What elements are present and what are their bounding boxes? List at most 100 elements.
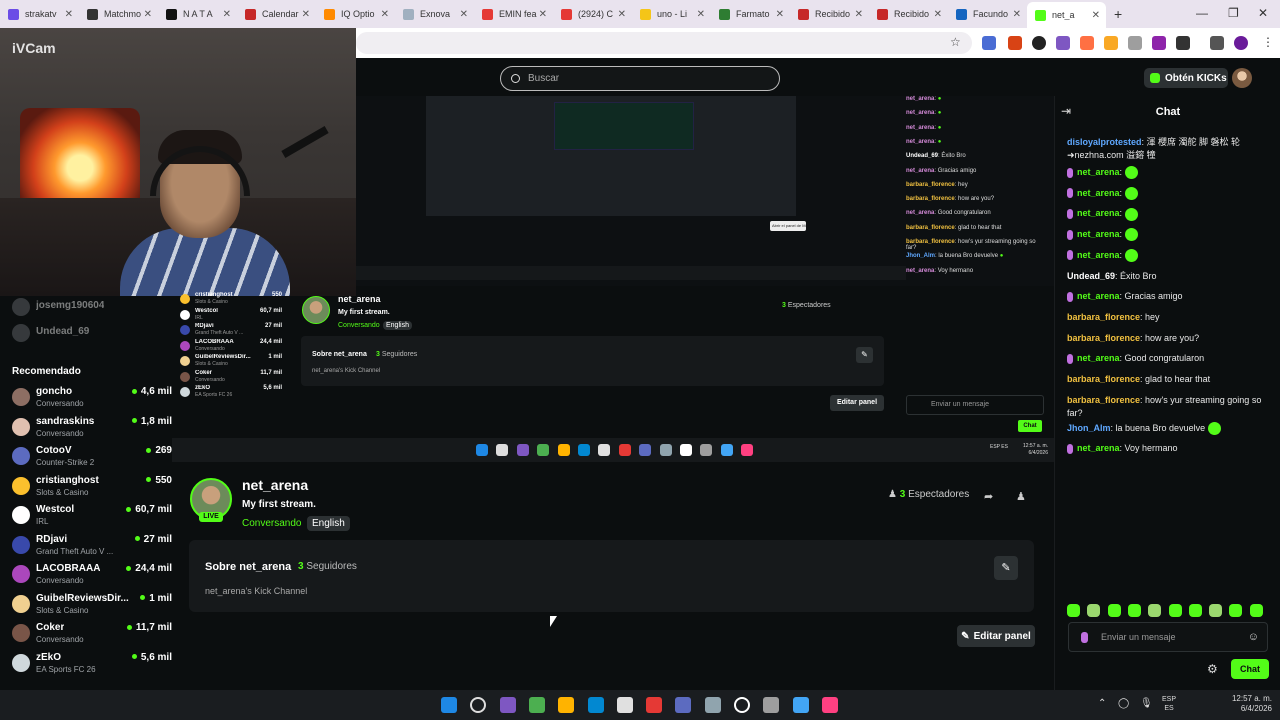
emote-icon[interactable] bbox=[1188, 604, 1202, 617]
browser-tab[interactable]: N A T A ✕ bbox=[158, 0, 237, 28]
copilot-icon[interactable] bbox=[499, 697, 516, 713]
emote-icon[interactable] bbox=[1209, 604, 1223, 617]
chat-username[interactable]: barbara_florence bbox=[1067, 395, 1140, 405]
emote-icon[interactable] bbox=[1148, 604, 1162, 617]
shield-extension-icon[interactable] bbox=[1128, 36, 1142, 50]
sidebar-item-goncho[interactable]: goncho Conversando 4,6 mil bbox=[12, 386, 172, 414]
user-options-icon[interactable]: ♟ bbox=[1016, 490, 1026, 503]
browser-tab[interactable]: net_a ✕ bbox=[1027, 2, 1106, 28]
extensions-puzzle-icon[interactable] bbox=[1176, 36, 1190, 50]
browser-tab[interactable]: Farmato ✕ bbox=[711, 0, 790, 28]
microphone-icon[interactable]: 🎙 bbox=[1140, 698, 1153, 709]
emote-icon[interactable] bbox=[1067, 604, 1080, 617]
chat-username[interactable]: net_arena bbox=[1077, 353, 1120, 363]
close-window-icon[interactable]: ✕ bbox=[1258, 6, 1268, 20]
extension-icon[interactable] bbox=[1056, 36, 1070, 50]
tray-clock[interactable]: 12:57 a. m. 6/4/2026 bbox=[1220, 694, 1272, 714]
sidebar-item-guibelreviewsdir-[interactable]: GuibelReviewsDir... Slots & Casino 1 mil bbox=[12, 593, 172, 621]
sidebar-item-lacobraaa[interactable]: LACOBRAAA Conversando 24,4 mil bbox=[12, 563, 172, 591]
tab-close-icon[interactable]: ✕ bbox=[381, 9, 389, 20]
sidebar-item-westcol[interactable]: Westcol IRL 60,7 mil bbox=[12, 504, 172, 532]
chat-input[interactable]: Enviar un mensaje ☺ bbox=[1068, 622, 1268, 652]
tab-close-icon[interactable]: ✕ bbox=[697, 9, 705, 20]
chat-username[interactable]: net_arena bbox=[1077, 250, 1120, 260]
store-icon[interactable] bbox=[616, 697, 633, 713]
omnibox[interactable] bbox=[356, 32, 972, 54]
new-tab-button[interactable]: + bbox=[1114, 6, 1122, 22]
chat-username[interactable]: net_arena bbox=[1077, 291, 1120, 301]
chat-username[interactable]: Jhon_Alm bbox=[1067, 423, 1111, 433]
browser-tab[interactable]: Exnova ✕ bbox=[395, 0, 474, 28]
sidebar-item-sandraskins[interactable]: sandraskins Conversando 1,8 mil bbox=[12, 416, 172, 444]
browser-tab[interactable]: strakatv ✕ bbox=[0, 0, 79, 28]
tab-close-icon[interactable]: ✕ bbox=[460, 9, 468, 20]
browser-tab[interactable]: IQ Optio ✕ bbox=[316, 0, 395, 28]
extension-icon[interactable] bbox=[1008, 36, 1022, 50]
chat-username[interactable]: net_arena bbox=[1077, 208, 1120, 218]
keyboard-language[interactable]: ESP ES bbox=[1162, 695, 1176, 713]
tab-close-icon[interactable]: ✕ bbox=[302, 9, 310, 20]
sidebar-item-rdjavi[interactable]: RDjavi Grand Theft Auto V ... 27 mil bbox=[12, 534, 172, 562]
sidebar-item-cotoov[interactable]: CotooV Counter-Strike 2 269 bbox=[12, 445, 172, 473]
tab-close-icon[interactable]: ✕ bbox=[223, 9, 231, 20]
emote-icon[interactable] bbox=[1229, 604, 1243, 617]
app-icon[interactable] bbox=[763, 697, 780, 713]
chat-username[interactable]: Undead_69 bbox=[1067, 271, 1115, 281]
chat-username[interactable]: barbara_florence bbox=[1067, 312, 1140, 322]
browser-tab[interactable]: Matchmo ✕ bbox=[79, 0, 158, 28]
chat-username[interactable]: disloyalprotested bbox=[1067, 137, 1142, 147]
tab-close-icon[interactable]: ✕ bbox=[1092, 10, 1100, 21]
emoji-icon[interactable]: ☺ bbox=[1248, 631, 1259, 643]
language-tag[interactable]: English bbox=[307, 516, 350, 531]
browser-tab[interactable]: EMIN fea ✕ bbox=[474, 0, 553, 28]
tab-close-icon[interactable]: ✕ bbox=[855, 9, 863, 20]
user-avatar[interactable] bbox=[1232, 68, 1252, 88]
tab-close-icon[interactable]: ✕ bbox=[65, 9, 73, 20]
app-icon[interactable] bbox=[734, 697, 750, 713]
share-icon[interactable]: ➦ bbox=[984, 490, 993, 503]
emote-icon[interactable] bbox=[1168, 604, 1182, 617]
extension-icon[interactable] bbox=[1152, 36, 1166, 50]
chat-username[interactable]: net_arena bbox=[1077, 167, 1120, 177]
browser-tab[interactable]: uno - Li ✕ bbox=[632, 0, 711, 28]
search-input[interactable]: Buscar bbox=[500, 66, 780, 91]
chat-username[interactable]: net_arena bbox=[1077, 188, 1120, 198]
chrome-icon[interactable] bbox=[528, 697, 545, 713]
tab-close-icon[interactable]: ✕ bbox=[776, 9, 784, 20]
discord-icon[interactable] bbox=[675, 697, 692, 713]
tray-overflow-icon[interactable]: ⌃ bbox=[1098, 698, 1106, 709]
browser-tab[interactable]: (2924) C ✕ bbox=[553, 0, 632, 28]
tiktok-icon[interactable] bbox=[821, 697, 838, 713]
tab-close-icon[interactable]: ✕ bbox=[934, 9, 942, 20]
search-icon[interactable] bbox=[470, 697, 487, 713]
minimize-icon[interactable]: — bbox=[1196, 6, 1208, 20]
opera-icon[interactable] bbox=[646, 697, 663, 713]
metamask-icon[interactable] bbox=[1080, 36, 1094, 50]
edit-about-button[interactable]: ✎ bbox=[994, 556, 1018, 580]
app-icon[interactable] bbox=[792, 697, 809, 713]
restore-icon[interactable]: ❐ bbox=[1228, 6, 1239, 20]
extension-icon[interactable] bbox=[1104, 36, 1118, 50]
tab-close-icon[interactable]: ✕ bbox=[618, 9, 626, 20]
chat-username[interactable]: barbara_florence bbox=[1067, 374, 1140, 384]
chat-username[interactable]: net_arena bbox=[1077, 229, 1120, 239]
chat-settings-icon[interactable]: ⚙ bbox=[1207, 662, 1218, 676]
sidebar-item-cristianghost[interactable]: cristianghost Slots & Casino 550 bbox=[12, 475, 172, 503]
browser-tab[interactable]: Recibido ✕ bbox=[869, 0, 948, 28]
tab-close-icon[interactable]: ✕ bbox=[1013, 9, 1021, 20]
chat-send-button[interactable]: Chat bbox=[1231, 659, 1269, 679]
emote-icon[interactable] bbox=[1127, 604, 1141, 617]
profile-avatar-icon[interactable] bbox=[1234, 36, 1248, 50]
emote-icon[interactable] bbox=[1107, 604, 1121, 617]
calculator-icon[interactable] bbox=[704, 697, 721, 713]
tab-close-icon[interactable]: ✕ bbox=[144, 9, 152, 20]
stream-category[interactable]: Conversando bbox=[242, 518, 301, 529]
sidebar-followed-item[interactable]: Undead_69 bbox=[12, 322, 172, 350]
chat-username[interactable]: barbara_florence bbox=[1067, 333, 1140, 343]
browser-tab[interactable]: Facundo ✕ bbox=[948, 0, 1027, 28]
sidebar-item-zeko[interactable]: zEkO EA Sports FC 26 5,6 mil bbox=[12, 652, 172, 680]
channel-name[interactable]: net_arena bbox=[242, 477, 308, 493]
get-kicks-button[interactable]: Obtén KICKs bbox=[1144, 68, 1228, 88]
bookmark-star-icon[interactable]: ☆ bbox=[950, 35, 961, 49]
reading-list-icon[interactable] bbox=[1210, 36, 1224, 50]
